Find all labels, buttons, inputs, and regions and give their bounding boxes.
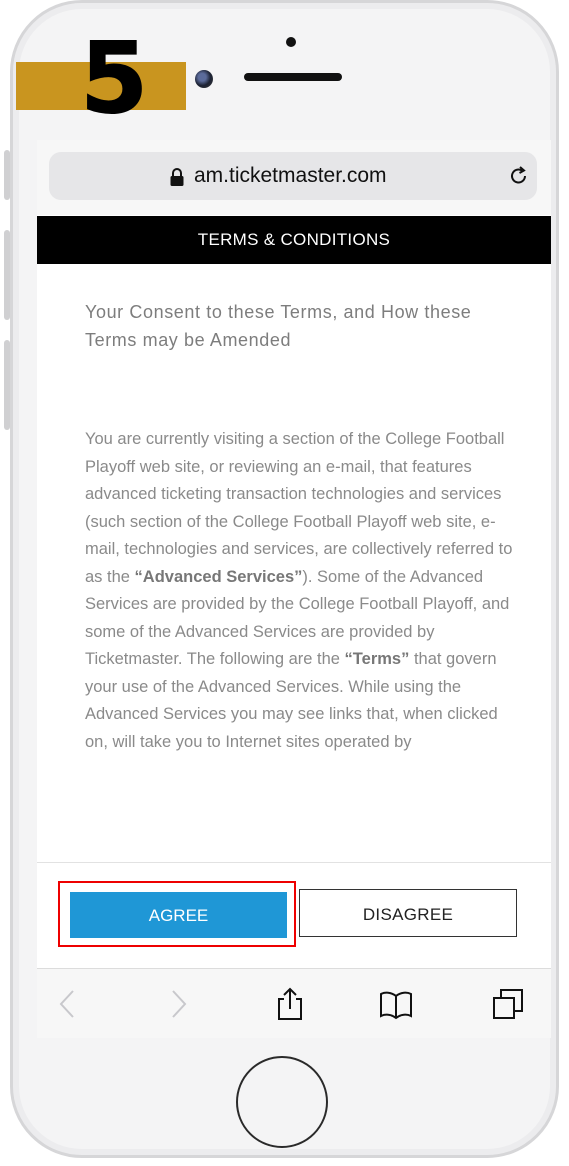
tabs-icon[interactable] — [491, 987, 525, 1021]
disagree-button[interactable]: DISAGREE — [299, 889, 517, 937]
url-text: am.ticketmaster.com — [194, 164, 387, 187]
bookmarks-icon[interactable] — [379, 987, 413, 1021]
consent-buttons-area: AGREE DISAGREE — [37, 862, 551, 968]
terms-body-text: You are currently visiting a section of … — [85, 426, 525, 756]
back-icon[interactable] — [51, 987, 85, 1021]
address-bar[interactable]: am.ticketmaster.com — [49, 152, 537, 200]
section-heading: Your Consent to these Terms, and How the… — [85, 302, 472, 350]
reload-icon[interactable] — [507, 164, 531, 188]
step-number: 5 — [79, 22, 149, 136]
phone-mute-switch — [4, 150, 10, 200]
terms-header: TERMS & CONDITIONS — [37, 216, 551, 264]
terms-text-part: You are currently visiting a section of … — [85, 430, 513, 586]
lock-icon — [170, 168, 184, 186]
phone-screen: am.ticketmaster.com TERMS & CONDITIONS Y… — [37, 140, 551, 1038]
proximity-sensor — [286, 37, 296, 47]
terms-bold-advanced-services: “Advanced Services” — [134, 567, 303, 586]
home-button[interactable] — [236, 1056, 328, 1148]
agree-highlight-box — [58, 881, 296, 947]
front-camera — [195, 70, 213, 88]
browser-toolbar — [37, 968, 551, 1038]
phone-volume-up — [4, 230, 10, 320]
browser-address-area: am.ticketmaster.com — [37, 140, 551, 215]
earpiece-speaker — [244, 73, 342, 81]
forward-icon[interactable] — [161, 987, 195, 1021]
share-icon[interactable] — [273, 987, 307, 1021]
terms-bold-terms: “Terms” — [344, 650, 410, 668]
phone-volume-down — [4, 340, 10, 430]
